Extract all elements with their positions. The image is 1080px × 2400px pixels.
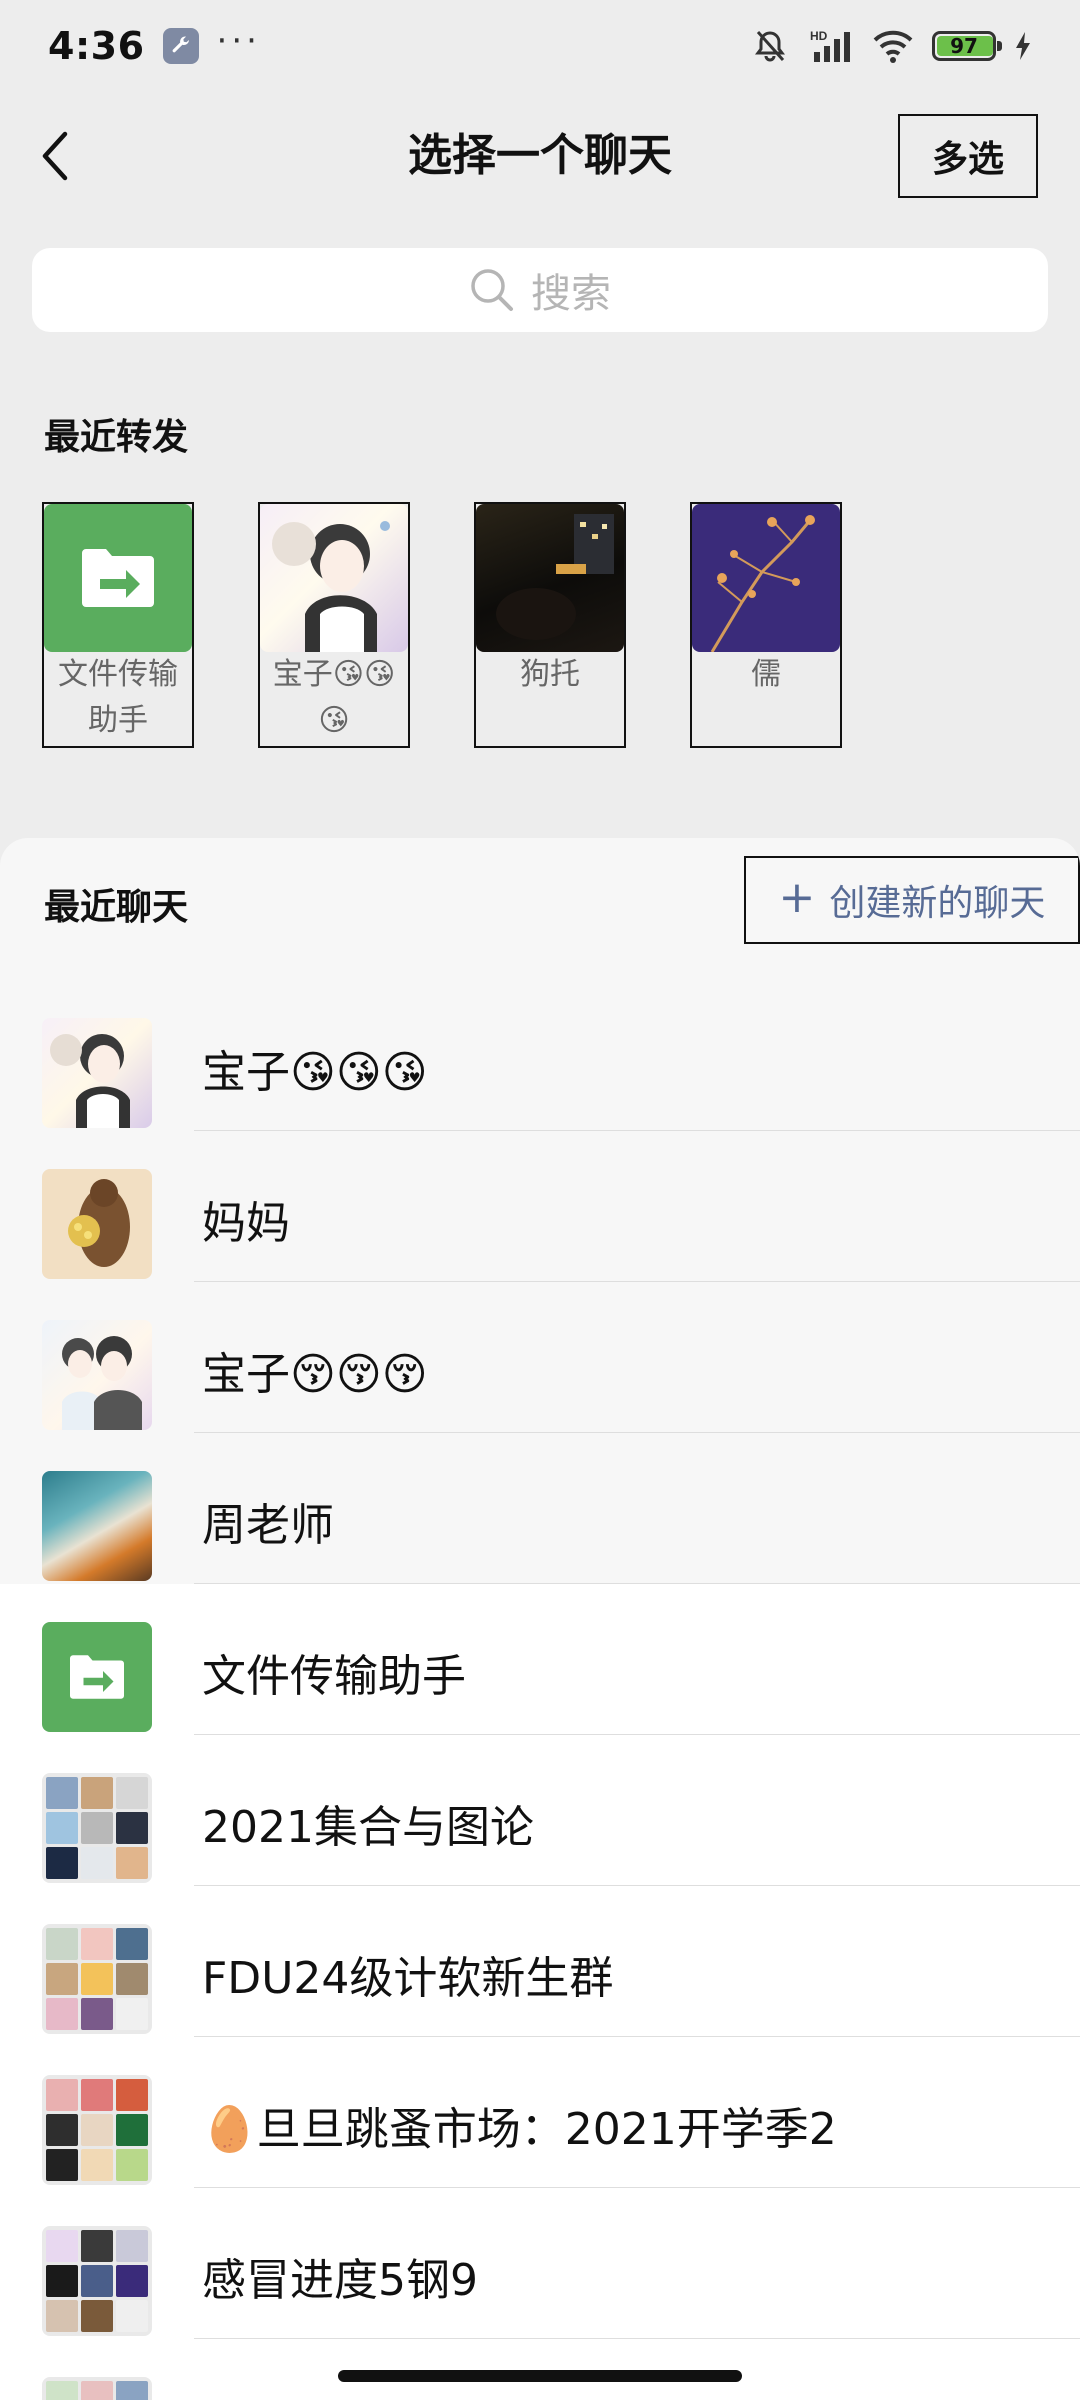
create-new-chat-label: 创建新的聊天 <box>829 883 1046 924</box>
chat-avatar <box>42 1773 152 1883</box>
recent-forward-item-goutuo[interactable]: 狗托 <box>474 502 626 748</box>
battery-percent: 97 <box>950 34 978 58</box>
status-left: 4:36 ··· <box>48 21 261 68</box>
recent-forward-item-file-transfer[interactable]: 文件传输助手 <box>42 502 194 748</box>
purple-tree-avatar <box>692 504 840 652</box>
cellular-signal-icon: HD <box>806 28 854 64</box>
chevron-left-icon <box>42 131 68 181</box>
chat-name: 周老师 <box>202 1500 334 1551</box>
wifi-icon <box>872 29 914 63</box>
recent-chats-label: 最近聊天 <box>44 887 189 928</box>
chat-row[interactable]: 感冒进度5钢9 <box>0 2188 1080 2339</box>
folder-arrow-icon <box>70 1655 124 1699</box>
chat-name: 感冒进度5钢9 <box>202 2255 478 2306</box>
file-transfer-avatar <box>44 504 192 652</box>
more-notifications-icon: ··· <box>216 21 261 61</box>
chat-avatar <box>42 2377 152 2400</box>
chat-avatar <box>42 2075 152 2185</box>
status-bar: 4:36 ··· HD 97 <box>0 0 1080 92</box>
recent-forward-item-ru[interactable]: 儒 <box>690 502 842 748</box>
chat-avatar <box>42 1622 152 1732</box>
search-input[interactable]: 搜索 <box>32 248 1048 332</box>
chat-name: 妈妈 <box>202 1198 290 1249</box>
title-bar: 选择一个聊天 多选 <box>0 92 1080 220</box>
plus-icon: + <box>778 872 816 923</box>
charging-icon <box>1014 31 1032 61</box>
chat-name: 文件传输助手 <box>202 1651 466 1702</box>
wrench-icon <box>162 28 199 64</box>
recent-forward-name: 儒 <box>751 657 781 692</box>
chat-avatar <box>42 2226 152 2336</box>
night-street-avatar <box>476 504 624 652</box>
chat-name: 宝子😘😘😘 <box>202 1047 428 1098</box>
folder-arrow-icon <box>82 549 154 607</box>
search-icon <box>471 269 513 311</box>
chat-row[interactable]: FDU24级计软新生群 <box>0 1886 1080 2037</box>
create-new-chat-button[interactable]: + 创建新的聊天 <box>744 856 1080 944</box>
chat-row[interactable]: 周老师 <box>0 1433 1080 1584</box>
recent-forward-item-baozi[interactable]: 宝子😘😘😘 <box>258 502 410 748</box>
recent-forward-name: 狗托 <box>520 657 580 692</box>
bell-muted-icon <box>752 28 788 64</box>
chat-name: 2021集合与图论 <box>202 1802 534 1853</box>
chat-row[interactable]: 2021集合与图论 <box>0 1735 1080 1886</box>
recent-chats-panel: 最近聊天 + 创建新的聊天 宝子😘😘😘 妈妈 宝子😚😚😚 周老师 文件传输助手 … <box>0 838 1080 2400</box>
recent-chats-header: 最近聊天 + 创建新的聊天 <box>0 838 1080 958</box>
status-time: 4:36 <box>48 24 145 68</box>
battery-icon: 97 <box>932 31 1002 61</box>
recent-forward-name: 文件传输助手 <box>58 657 178 738</box>
multi-select-button[interactable]: 多选 <box>898 114 1038 198</box>
back-button[interactable] <box>0 92 110 220</box>
chat-avatar <box>42 1924 152 2034</box>
svg-text:HD: HD <box>810 29 828 43</box>
chat-list: 宝子😘😘😘 妈妈 宝子😚😚😚 周老师 文件传输助手 2021集合与图论 FDU2… <box>0 980 1080 2400</box>
chat-name: 🥚旦旦跳蚤市场：2021开学季2 <box>202 2104 837 2155</box>
recent-forwards-label: 最近转发 <box>44 417 189 458</box>
chat-row[interactable]: 妈妈 <box>0 1131 1080 1282</box>
status-right: HD 97 <box>752 28 1032 64</box>
chat-avatar <box>42 1169 152 1279</box>
chat-row[interactable]: 文件传输助手 <box>0 1584 1080 1735</box>
chat-avatar <box>42 1018 152 1128</box>
chat-row[interactable]: 🥚旦旦跳蚤市场：2021开学季2 <box>0 2037 1080 2188</box>
recent-forward-name: 宝子😘😘😘 <box>272 657 396 738</box>
chat-name: 宝子😚😚😚 <box>202 1349 428 1400</box>
chat-name: FDU24级计软新生群 <box>202 1953 614 2004</box>
recent-forwards-list: 文件传输助手 宝子😘😘😘 狗托 儒 <box>42 502 842 748</box>
couple-illustration-avatar <box>260 504 408 652</box>
home-indicator[interactable] <box>338 2370 742 2382</box>
search-placeholder: 搜索 <box>531 271 611 317</box>
chat-avatar <box>42 1320 152 1430</box>
search-bar: 搜索 <box>0 220 1080 366</box>
chat-row[interactable]: 宝子😘😘😘 <box>0 980 1080 1131</box>
chat-row[interactable]: 宝子😚😚😚 <box>0 1282 1080 1433</box>
chat-avatar <box>42 1471 152 1581</box>
